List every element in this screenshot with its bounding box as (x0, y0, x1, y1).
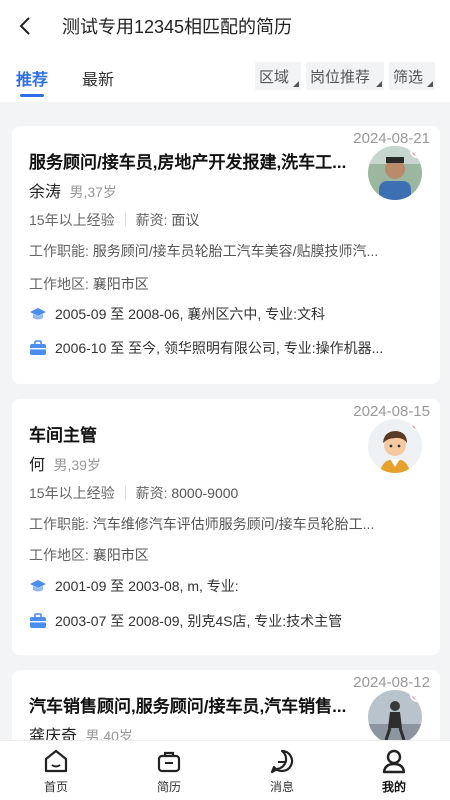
nav-messages-label: 消息 (269, 780, 294, 794)
home-icon (44, 749, 68, 773)
avatar (368, 690, 422, 744)
resume-date: 2024-08-12 (353, 674, 430, 691)
experience-salary-row: 15年以上经验 薪资: 面议 (29, 210, 419, 230)
resume-bag-icon (157, 751, 181, 773)
name-row: 余涛 男,37岁 (29, 178, 117, 202)
dropdown-corner-icon (427, 81, 433, 87)
duty-value: 服务顾问/接车员轮胎工汽车美容/贴膜技师汽... (92, 243, 379, 259)
filter-region-label: 区域 (259, 68, 290, 86)
nav-profile-label: 我的 (381, 780, 406, 794)
education-text: 2001-09 至 2003-08, m, 专业: (55, 578, 239, 594)
filter-more[interactable]: 筛选 (389, 62, 435, 90)
gender-age: 男,39岁 (53, 457, 101, 473)
divider (124, 213, 126, 226)
page-title: 测试专用12345相匹配的简历 (62, 17, 293, 37)
name-row: 何 男,39岁 (29, 451, 101, 475)
duty-label: 工作职能: (29, 516, 89, 532)
filter-more-label: 筛选 (393, 68, 424, 86)
message-icon (270, 749, 294, 774)
chevron-left-icon (19, 17, 30, 35)
resume-card[interactable]: 2024-08-21 服务顾问/接车员,房地产开发报建,洗车工... 余涛 男,… (12, 126, 440, 384)
avatar (368, 419, 422, 473)
nav-profile[interactable]: 我的 (364, 747, 424, 795)
briefcase-icon (30, 613, 46, 628)
region-value: 襄阳市区 (92, 547, 149, 563)
duty-row: 工作职能: 汽车维修汽车评估师服务顾问/接车员轮胎工... (29, 514, 419, 534)
avatar (368, 146, 422, 200)
region-label: 工作地区: (29, 547, 89, 563)
region-label: 工作地区: (29, 276, 89, 292)
filter-position[interactable]: 岗位推荐 (306, 62, 384, 90)
work-row: 2006-10 至 至今, 领华照明有限公司, 专业:操作机器... (29, 338, 419, 358)
salary-label: 薪资: (135, 485, 168, 501)
graduation-cap-icon (30, 308, 46, 320)
duty-value: 汽车维修汽车评估师服务顾问/接车员轮胎工... (92, 516, 375, 532)
experience-salary-row: 15年以上经验 薪资: 8000-9000 (29, 483, 419, 503)
tab-bar: 推荐 最新 区域 岗位推荐 筛选 (0, 52, 450, 102)
education-text: 2005-09 至 2008-06, 襄州区六中, 专业:文科 (55, 306, 325, 322)
nav-home[interactable]: 首页 (26, 747, 86, 795)
experience: 15年以上经验 (29, 485, 115, 501)
work-text: 2003-07 至 2008-09, 别克4S店, 专业:技术主管 (55, 613, 343, 629)
region-row: 工作地区: 襄阳市区 (29, 545, 419, 565)
nav-messages[interactable]: 消息 (252, 747, 312, 795)
duty-row: 工作职能: 服务顾问/接车员轮胎工汽车美容/贴膜技师汽... (29, 241, 419, 261)
region-row: 工作地区: 襄阳市区 (29, 274, 419, 294)
salary-label: 薪资: (135, 212, 168, 228)
tab-recommend[interactable]: 推荐 (16, 66, 48, 90)
divider (124, 486, 126, 499)
badge-icon (410, 690, 422, 702)
back-button[interactable] (0, 0, 52, 52)
resume-date: 2024-08-15 (353, 403, 430, 420)
resume-job-title: 车间主管 (29, 426, 97, 445)
dropdown-corner-icon (293, 81, 299, 87)
education-row: 2005-09 至 2008-06, 襄州区六中, 专业:文科 (29, 304, 419, 324)
education-row: 2001-09 至 2003-08, m, 专业: (29, 576, 419, 596)
tab-latest[interactable]: 最新 (82, 66, 114, 90)
nav-resume-label: 简历 (156, 780, 181, 794)
salary-value: 8000-9000 (171, 485, 239, 501)
region-value: 襄阳市区 (92, 276, 149, 292)
badge-icon (410, 419, 422, 431)
resume-job-title: 服务顾问/接车员,房地产开发报建,洗车工... (29, 153, 347, 172)
nav-home-label: 首页 (43, 780, 68, 794)
briefcase-icon (30, 340, 46, 355)
nav-resume[interactable]: 简历 (139, 747, 199, 795)
candidate-name: 何 (29, 457, 46, 474)
header: 测试专用12345相匹配的简历 (0, 0, 450, 52)
resume-date: 2024-08-21 (353, 130, 430, 147)
resume-job-title: 汽车销售顾问,服务顾问/接车员,汽车销售... (29, 697, 347, 716)
work-row: 2003-07 至 2008-09, 别克4S店, 专业:技术主管 (29, 611, 419, 631)
active-tab-indicator (20, 94, 44, 97)
salary-value: 面议 (171, 212, 200, 228)
filter-region[interactable]: 区域 (255, 62, 301, 90)
badge-icon (410, 146, 422, 158)
resume-card[interactable]: 2024-08-15 车间主管 何 男,39岁 15年以上经验 薪资: 8000-… (12, 399, 440, 655)
graduation-cap-icon (30, 580, 46, 592)
gender-age: 男,37岁 (69, 184, 117, 200)
bottom-navigation: 首页 简历 消息 我的 (0, 740, 450, 800)
candidate-name: 余涛 (29, 184, 62, 201)
profile-icon (382, 749, 406, 774)
filter-position-label: 岗位推荐 (310, 68, 371, 86)
experience: 15年以上经验 (29, 212, 115, 228)
dropdown-corner-icon (376, 81, 382, 87)
duty-label: 工作职能: (29, 243, 89, 259)
work-text: 2006-10 至 至今, 领华照明有限公司, 专业:操作机器... (55, 340, 384, 356)
